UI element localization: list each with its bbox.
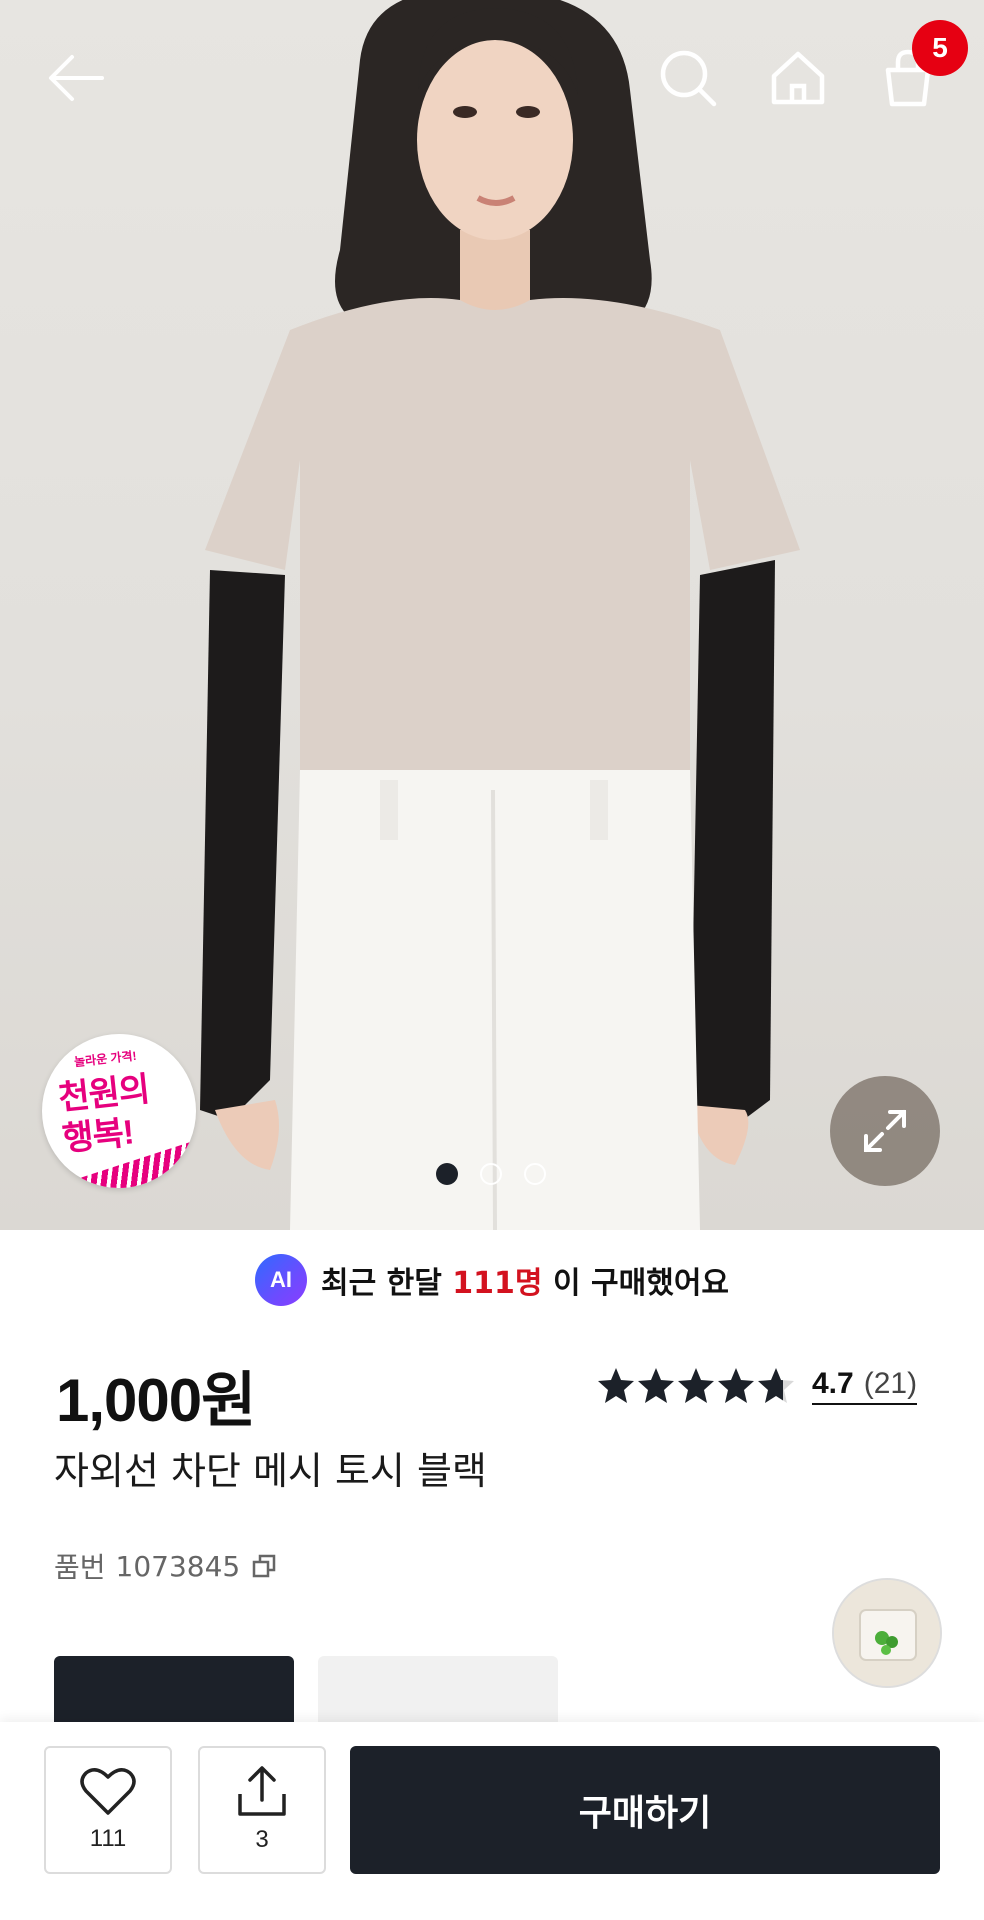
sku-number: 1073845 (115, 1549, 241, 1583)
ai-purchase-text: 최근 한달 111명 이 구매했어요 (321, 1258, 729, 1302)
expand-image-button[interactable] (830, 1076, 940, 1186)
sku-label: 품번 (54, 1551, 106, 1584)
ai-badge: AI (254, 1254, 307, 1306)
home-button[interactable] (762, 42, 834, 114)
home-icon (771, 51, 825, 105)
arrow-left-icon (49, 55, 104, 101)
star-rating-icon (598, 1368, 794, 1403)
promo-line-2: 행복! (60, 1113, 136, 1159)
product-name: 자외선 차단 메시 토시 블랙 (54, 1449, 487, 1493)
ai-suffix: 이 구매했어요 (552, 1266, 730, 1301)
rating-summary[interactable]: 4.7 (21) (596, 1366, 918, 1406)
rating-value: 4.7 (812, 1367, 854, 1400)
copy-icon (252, 1554, 276, 1578)
share-icon (238, 1766, 286, 1816)
carousel-dot-2[interactable] (480, 1163, 502, 1185)
review-count: (21) (863, 1367, 918, 1400)
expand-icon (864, 1110, 906, 1152)
share-button[interactable]: 3 (198, 1746, 326, 1874)
promo-sticker: 놀라운 가격! 천원의 행복! (42, 1034, 196, 1188)
buy-button[interactable]: 구매하기 (350, 1746, 940, 1874)
product-price: 1,000원 (56, 1367, 256, 1434)
search-button[interactable] (652, 42, 724, 114)
thumbnail-image (834, 1580, 940, 1686)
floating-product-thumbnail[interactable] (832, 1578, 942, 1688)
rating-stars (596, 1366, 798, 1406)
carousel-dot-1[interactable] (436, 1163, 458, 1185)
ai-purchase-banner: AI 최근 한달 111명 이 구매했어요 (0, 1250, 984, 1310)
ai-purchase-count: 111명 (452, 1266, 543, 1301)
carousel-dot-3[interactable] (524, 1163, 546, 1185)
product-image-carousel[interactable]: 5 놀라운 가격! 천원의 행복! (0, 0, 984, 1230)
bottom-action-bar: 111 3 구매하기 (0, 1722, 984, 1920)
carousel-pagination (436, 1163, 546, 1185)
share-count: 3 (255, 1826, 269, 1853)
cart-count-badge: 5 (912, 20, 968, 76)
search-icon (660, 50, 717, 107)
review-link[interactable]: 4.7 (21) (812, 1367, 918, 1405)
like-button[interactable]: 111 (44, 1746, 172, 1874)
copy-sku-button[interactable] (250, 1552, 278, 1580)
like-count: 111 (89, 1825, 127, 1852)
ai-prefix: 최근 한달 (320, 1266, 442, 1301)
back-button[interactable] (40, 42, 112, 114)
product-sku: 품번 1073845 (54, 1546, 278, 1586)
heart-icon (80, 1768, 136, 1815)
